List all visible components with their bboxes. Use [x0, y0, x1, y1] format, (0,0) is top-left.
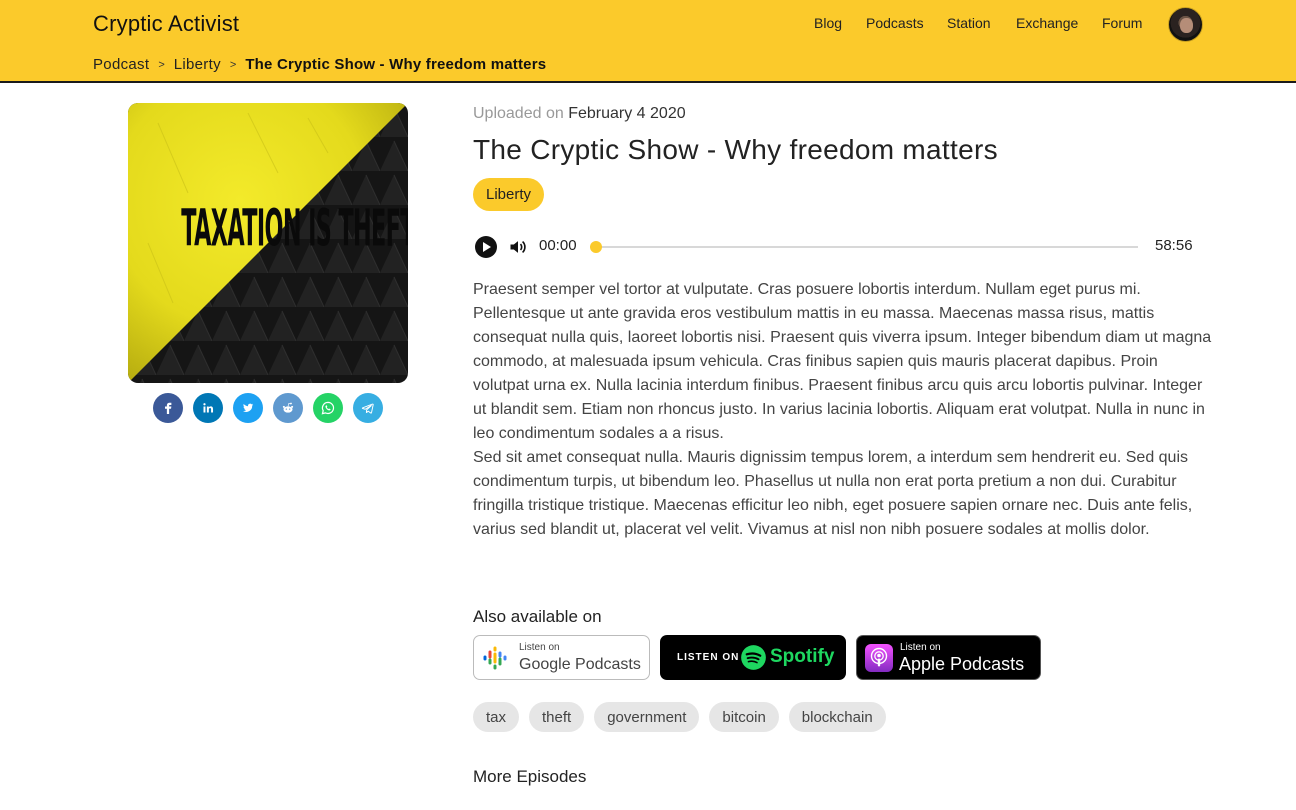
breadcrumb: Podcast > Liberty > The Cryptic Show - W…	[93, 56, 546, 73]
google-podcasts-label: Google Podcasts	[519, 656, 641, 673]
uploaded-label: Uploaded on	[473, 105, 564, 122]
share-buttons	[153, 393, 393, 423]
nav-exchange[interactable]: Exchange	[1016, 15, 1078, 31]
more-episodes-heading: More Episodes	[473, 767, 587, 786]
volume-icon[interactable]	[508, 237, 528, 257]
seek-bar[interactable]	[595, 246, 1138, 248]
breadcrumb-liberty[interactable]: Liberty	[174, 56, 221, 73]
apple-podcasts-icon	[865, 644, 893, 672]
site-header: Cryptic Activist Blog Podcasts Station E…	[0, 0, 1296, 83]
whatsapp-share-button[interactable]	[313, 393, 343, 423]
category-badge[interactable]: Liberty	[473, 178, 545, 211]
description-paragraph: Sed sit amet consequat nulla. Mauris dig…	[473, 449, 1193, 538]
google-podcasts-button[interactable]: Listen on Google Podcasts	[473, 635, 650, 680]
breadcrumb-current: The Cryptic Show - Why freedom matters	[245, 56, 547, 73]
episode-description: Praesent semper vel tortor at vulputate.…	[473, 278, 1213, 542]
twitter-icon	[242, 403, 254, 412]
linkedin-share-button[interactable]	[193, 393, 223, 423]
cover-art-image: TAXATION IS THEFT	[128, 103, 408, 383]
audio-player: 00:00 58:56	[473, 233, 1203, 259]
facebook-share-button[interactable]	[153, 393, 183, 423]
play-button[interactable]	[475, 236, 497, 258]
brand-logo[interactable]: Cryptic Activist	[93, 11, 239, 37]
telegram-share-button[interactable]	[353, 393, 383, 423]
whatsapp-icon	[321, 401, 335, 415]
twitter-share-button[interactable]	[233, 393, 263, 423]
tag-bitcoin[interactable]: bitcoin	[709, 702, 779, 732]
spotify-button[interactable]: LISTEN ON Spotify	[660, 635, 846, 680]
user-avatar[interactable]	[1168, 7, 1203, 42]
breadcrumb-separator: >	[229, 58, 237, 71]
apple-podcasts-label: Apple Podcasts	[899, 654, 1025, 674]
description-paragraph: Praesent semper vel tortor at vulputate.…	[473, 281, 1212, 442]
tag-list: tax theft government bitcoin blockchain	[473, 702, 896, 732]
google-podcasts-small-label: Listen on	[519, 642, 560, 653]
apple-podcasts-button[interactable]: Listen on Apple Podcasts	[856, 635, 1041, 680]
tag-tax[interactable]: tax	[473, 702, 520, 732]
seek-handle[interactable]	[590, 241, 602, 253]
current-time: 00:00	[539, 237, 577, 254]
reddit-icon	[282, 402, 294, 413]
cover-title-text: TAXATION IS THEFT	[181, 200, 408, 259]
telegram-icon	[361, 403, 374, 414]
spotify-icon	[741, 645, 766, 670]
tag-theft[interactable]: theft	[529, 702, 585, 732]
tag-blockchain[interactable]: blockchain	[788, 702, 886, 732]
nav-forum[interactable]: Forum	[1102, 15, 1142, 31]
duration: 58:56	[1155, 237, 1193, 254]
nav-podcasts[interactable]: Podcasts	[866, 15, 924, 31]
tag-government[interactable]: government	[594, 702, 700, 732]
spotify-label: Spotify	[770, 646, 835, 667]
breadcrumb-podcast[interactable]: Podcast	[93, 56, 149, 73]
spotify-small-label: LISTEN ON	[677, 652, 740, 663]
linkedin-icon	[203, 403, 214, 413]
uploaded-date-value: February 4 2020	[568, 105, 686, 122]
episode-title: The Cryptic Show - Why freedom matters	[473, 134, 998, 165]
google-podcasts-icon	[483, 646, 507, 670]
also-available-heading: Also available on	[473, 607, 602, 626]
facebook-icon	[165, 402, 172, 414]
reddit-share-button[interactable]	[273, 393, 303, 423]
nav-blog[interactable]: Blog	[814, 15, 842, 31]
upload-date: Uploaded on February 4 2020	[473, 105, 686, 123]
nav-station[interactable]: Station	[947, 15, 991, 31]
apple-podcasts-small-label: Listen on	[900, 642, 941, 653]
breadcrumb-separator: >	[158, 58, 165, 71]
